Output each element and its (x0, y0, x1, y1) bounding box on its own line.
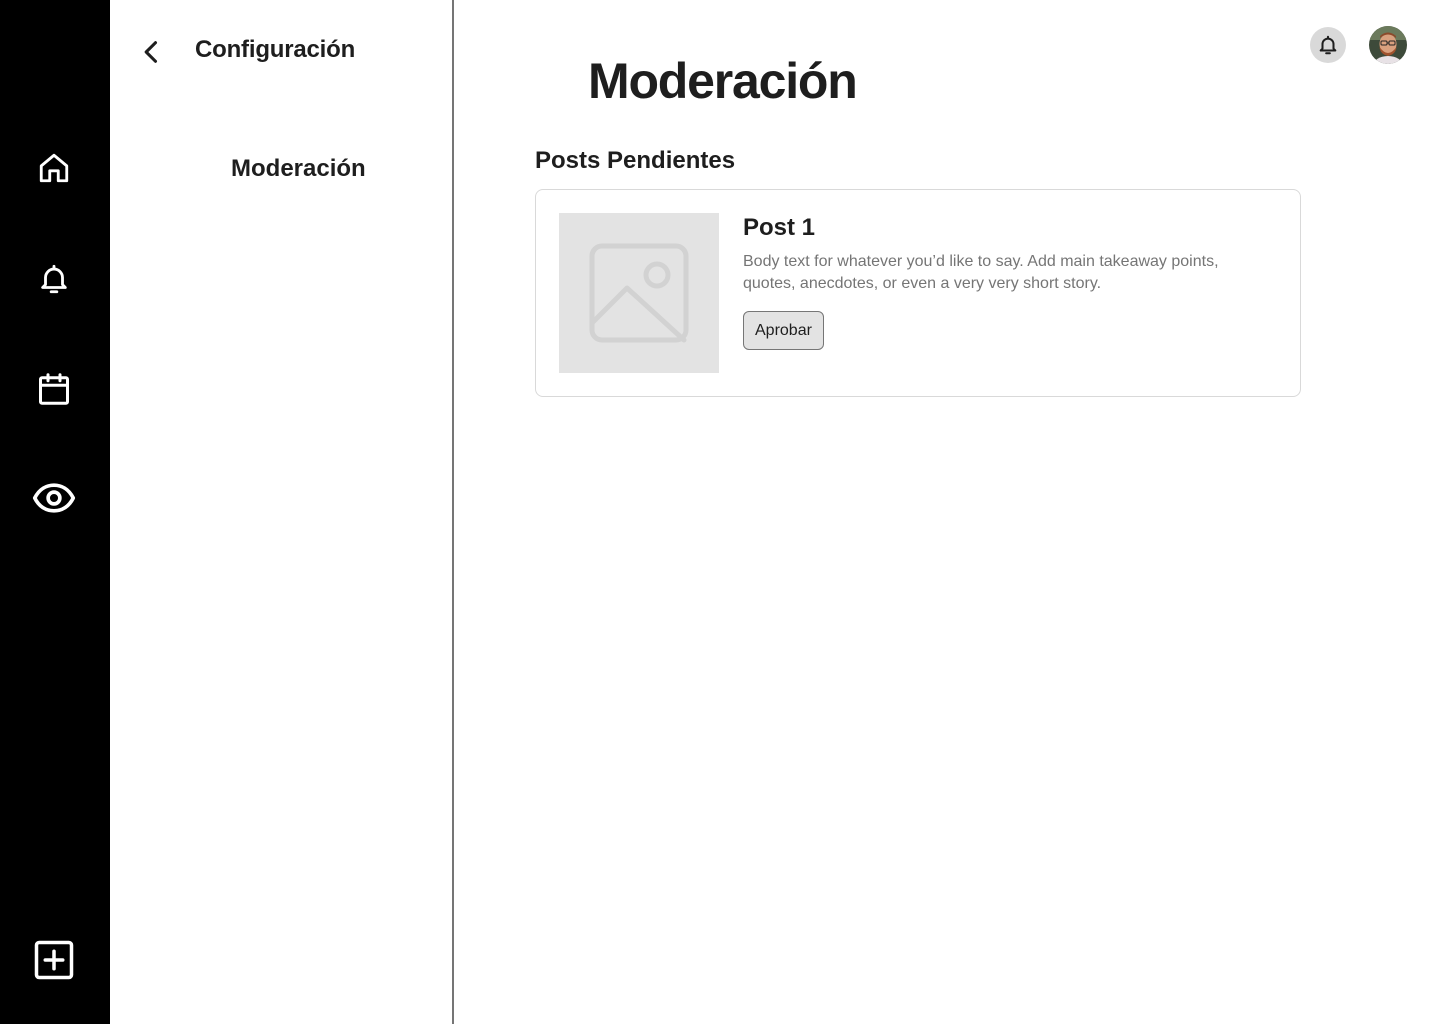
back-button[interactable] (134, 34, 170, 70)
settings-title: Configuración (195, 36, 356, 63)
user-avatar[interactable] (1369, 26, 1407, 64)
user-avatar-image (1369, 26, 1407, 64)
post-body: Body text for whatever you’d like to say… (743, 253, 1219, 292)
notifications-button[interactable] (27, 252, 81, 306)
home-button[interactable] (27, 141, 81, 195)
settings-panel: Configuración Moderación (110, 0, 454, 1024)
section-title: Posts Pendientes (535, 147, 736, 174)
home-icon (39, 153, 69, 183)
bell-icon (1319, 35, 1337, 55)
calendar-icon (39, 373, 69, 405)
post-image (559, 213, 719, 373)
icon-rail (0, 0, 110, 1024)
post-card: Post 1 Body text for whatever you’d like… (535, 189, 1301, 397)
eye-icon (32, 483, 76, 513)
chevron-left-icon (144, 41, 158, 63)
plus-square-icon (34, 940, 74, 980)
post-title: Post 1 (743, 214, 816, 241)
moderation-button[interactable] (27, 471, 81, 525)
page-title: Moderación (588, 53, 858, 109)
calendar-button[interactable] (27, 362, 81, 416)
image-placeholder-icon (589, 243, 689, 343)
settings-item-moderation[interactable]: Moderación (231, 155, 366, 183)
create-button[interactable] (27, 933, 81, 987)
main-content: Moderación Posts Pendientes Post 1 Body … (455, 0, 1440, 1024)
header-notifications-button[interactable] (1310, 27, 1346, 63)
bell-icon (41, 264, 67, 294)
approve-button[interactable]: Aprobar (743, 311, 824, 350)
